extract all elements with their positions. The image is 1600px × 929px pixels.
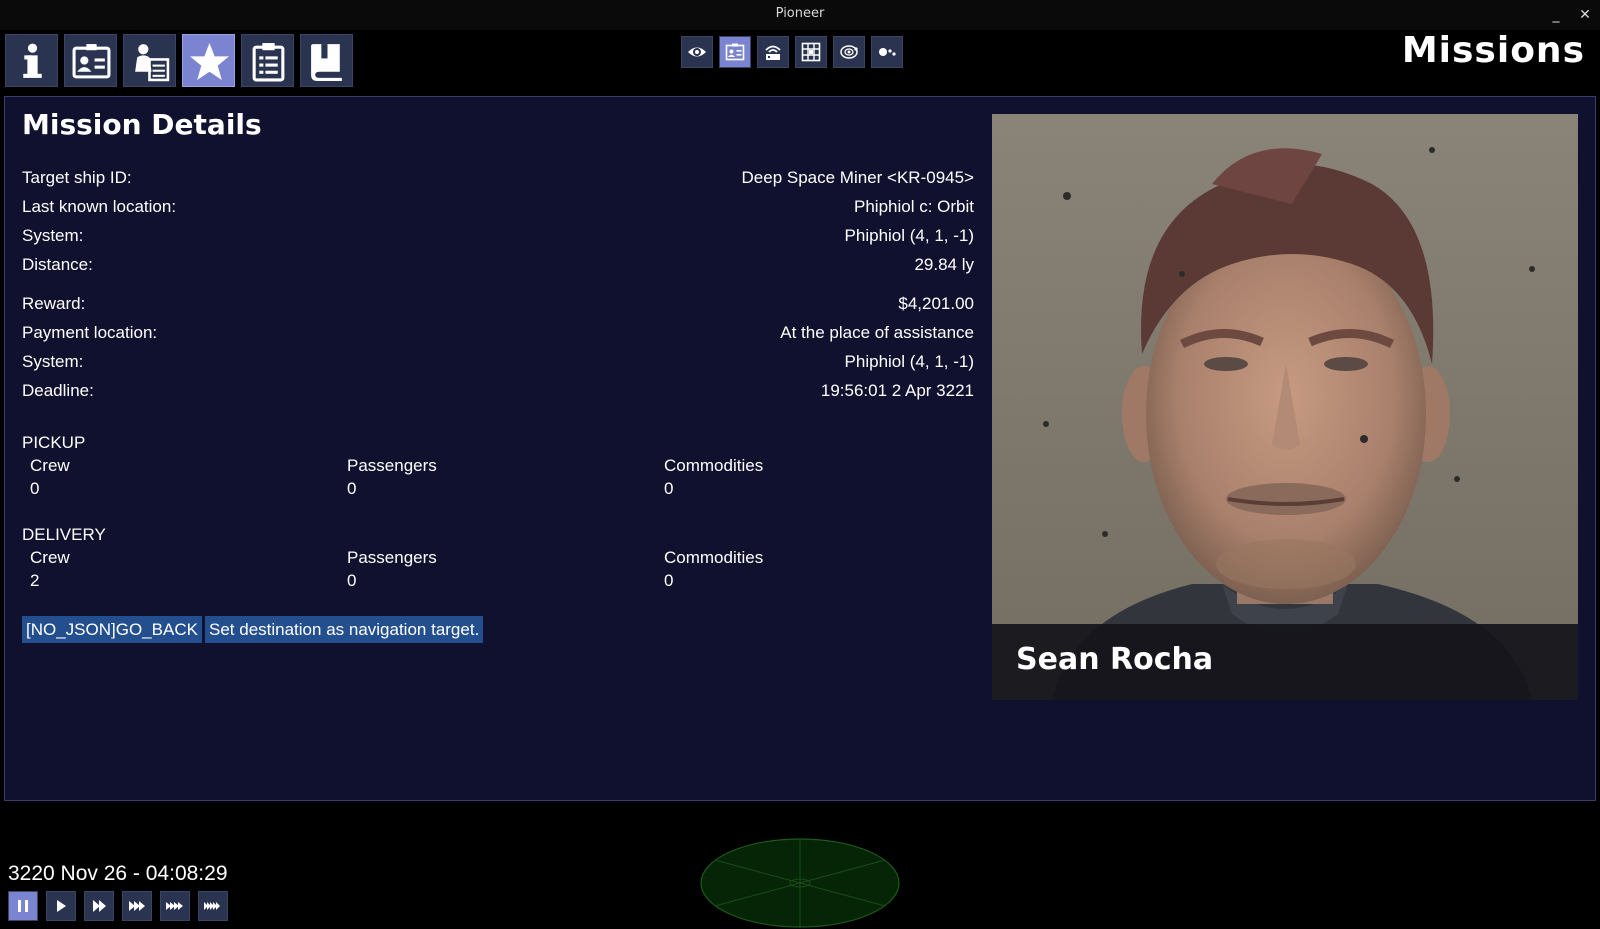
minimize-button[interactable]: _ <box>1546 5 1566 25</box>
contact-name: Sean Rocha <box>1016 642 1214 677</box>
pickup-commodities-value: 0 <box>664 479 674 498</box>
screen-title: Missions <box>1401 30 1585 71</box>
close-button[interactable]: ✕ <box>1575 5 1595 25</box>
view-button-system[interactable] <box>833 36 865 68</box>
time-play-button[interactable] <box>46 891 76 921</box>
pause-icon <box>18 900 28 912</box>
field-value: Phiphiol (4, 1, -1) <box>844 352 974 371</box>
window-title: Pioneer <box>775 6 825 21</box>
delivery-crew-value: 2 <box>30 571 40 590</box>
book-icon <box>311 44 342 81</box>
tab-missions[interactable] <box>241 34 294 87</box>
time-speed-2-button[interactable] <box>122 891 152 921</box>
tab-personal[interactable] <box>64 34 117 87</box>
time-speed-3-button[interactable] <box>160 891 190 921</box>
contact-name-bar: Sean Rocha <box>992 624 1578 700</box>
tab-crew[interactable] <box>123 34 176 87</box>
id-card-icon <box>72 44 111 79</box>
face-portrait <box>992 114 1578 700</box>
time-pause-button[interactable] <box>8 891 38 921</box>
page-title: Mission Details <box>22 108 262 141</box>
fast-forward-3-icon <box>166 902 183 910</box>
field-label: Last known location: <box>22 197 177 216</box>
time-speed-1-button[interactable] <box>84 891 114 921</box>
field-label: Deadline: <box>22 381 94 400</box>
delivery-heading: DELIVERY <box>22 525 106 544</box>
contact-portrait: Sean Rocha <box>992 114 1578 700</box>
field-value: 29.84 ly <box>914 255 974 274</box>
time-speed-4-button[interactable] <box>198 891 228 921</box>
field-system: System: Phiphiol (4, 1, -1) <box>22 226 974 250</box>
game-time: 3220 Nov 26 - 04:08:29 <box>8 862 228 885</box>
field-payment-system: System: Phiphiol (4, 1, -1) <box>22 352 974 376</box>
field-label: System: <box>22 352 84 371</box>
crew-roster-icon <box>135 44 170 82</box>
system-orbit-icon <box>840 45 858 59</box>
tab-info[interactable] <box>5 34 58 87</box>
fast-forward-2-icon <box>129 901 145 911</box>
pickup-crew-value: 0 <box>30 479 40 498</box>
field-label: Reward: <box>22 294 86 313</box>
set-navigation-target-button[interactable]: Set destination as navigation target. <box>205 616 484 643</box>
id-card-icon <box>725 43 745 61</box>
field-distance: Distance: 29.84 ly <box>22 255 974 279</box>
view-button-world[interactable] <box>681 36 713 68</box>
view-button-info[interactable] <box>719 36 751 68</box>
fast-forward-1-icon <box>93 900 106 912</box>
view-button-comms[interactable] <box>757 36 789 68</box>
delivery-commodities-header: Commodities <box>664 548 764 567</box>
system-overview-icon <box>879 48 896 56</box>
delivery-crew-header: Crew <box>30 548 70 567</box>
tab-journal[interactable] <box>300 34 353 87</box>
field-value: $4,201.00 <box>898 294 974 313</box>
star-icon <box>190 43 229 80</box>
delivery-commodities-value: 0 <box>664 571 674 590</box>
field-value: Phiphiol (4, 1, -1) <box>844 226 974 245</box>
pickup-passengers-header: Passengers <box>347 456 437 475</box>
pickup-heading: PICKUP <box>22 433 86 452</box>
info-icon <box>23 43 42 78</box>
go-back-button[interactable]: [NO_JSON]GO_BACK <box>22 616 202 643</box>
tab-reputation[interactable] <box>182 34 235 87</box>
field-last-known-location: Last known location: Phiphiol c: Orbit <box>22 197 974 221</box>
field-label: Payment location: <box>22 323 158 342</box>
field-reward: Reward: $4,201.00 <box>22 294 974 318</box>
field-label: System: <box>22 226 84 245</box>
field-value: 19:56:01 2 Apr 3221 <box>820 381 974 400</box>
field-payment-location: Payment location: At the place of assist… <box>22 323 974 347</box>
field-value: At the place of assistance <box>780 323 974 342</box>
window-titlebar: Pioneer _ ✕ <box>0 0 1600 30</box>
comms-icon <box>765 45 781 60</box>
pickup-crew-header: Crew <box>30 456 70 475</box>
delivery-passengers-value: 0 <box>347 571 357 590</box>
sector-map-icon <box>801 42 821 62</box>
delivery-passengers-header: Passengers <box>347 548 437 567</box>
radar-scanner <box>700 838 900 928</box>
fast-forward-4-icon <box>204 902 220 910</box>
field-label: Distance: <box>22 255 93 274</box>
pickup-commodities-header: Commodities <box>664 456 764 475</box>
pickup-passengers-value: 0 <box>347 479 357 498</box>
field-value: Phiphiol c: Orbit <box>854 197 974 216</box>
view-button-overview[interactable] <box>871 36 903 68</box>
field-label: Target ship ID: <box>22 168 132 187</box>
field-target-ship: Target ship ID: Deep Space Miner <KR-094… <box>22 168 974 192</box>
play-icon <box>57 900 66 912</box>
eye-icon <box>688 47 706 57</box>
clipboard-icon <box>252 43 285 82</box>
field-value: Deep Space Miner <KR-0945> <box>741 168 974 187</box>
view-button-sector[interactable] <box>795 36 827 68</box>
field-deadline: Deadline: 19:56:01 2 Apr 3221 <box>22 381 974 405</box>
